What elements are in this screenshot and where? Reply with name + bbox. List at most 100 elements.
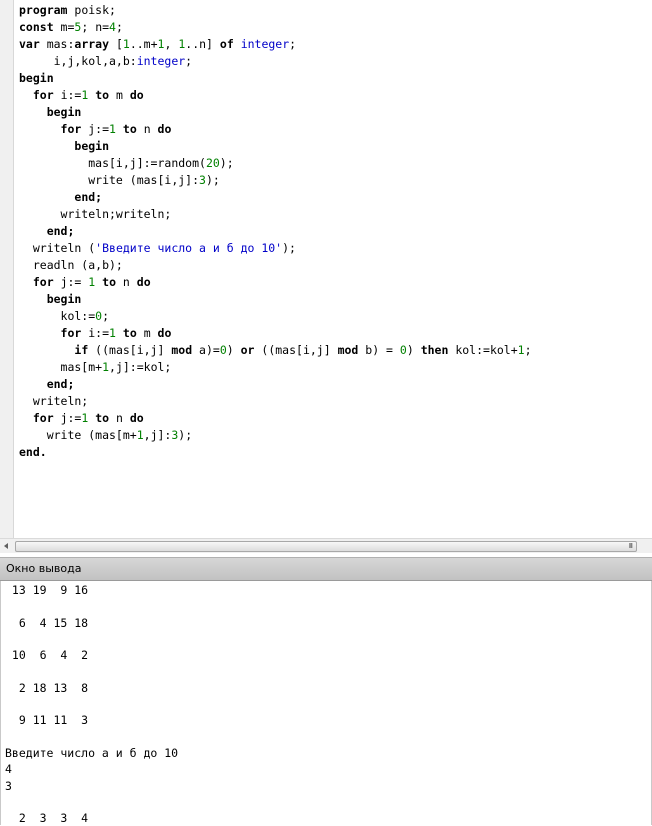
code-token: j:=	[53, 411, 82, 425]
output-line: 13 19 9 16	[5, 583, 89, 597]
code-token: 0	[399, 343, 407, 357]
code-token: m	[109, 88, 130, 102]
code-token: for	[60, 122, 82, 136]
code-token: writeln (	[19, 241, 96, 255]
code-token: );	[282, 241, 296, 255]
code-token: readln (a,b);	[19, 258, 123, 272]
output-line: 9 11 11 3	[5, 713, 89, 728]
code-token: mod	[171, 343, 193, 357]
code-line: end.	[19, 444, 532, 461]
code-line: writeln;	[19, 393, 532, 410]
code-line: for i:=1 to m do	[19, 325, 532, 342]
code-token: end;	[46, 377, 75, 391]
code-token: ((mas[i,j]	[88, 343, 172, 357]
code-line: i,j,kol,a,b:integer;	[19, 53, 532, 70]
code-token: m=	[53, 20, 75, 34]
code-token: mod	[337, 343, 359, 357]
code-token: do	[129, 88, 144, 102]
horizontal-scrollbar[interactable]: III	[0, 538, 652, 553]
code-token: begin	[46, 105, 82, 119]
scrollbar-grip-icon: III	[628, 542, 633, 550]
code-token: integer	[136, 54, 186, 68]
code-token: end.	[19, 445, 47, 459]
code-token: i:=	[81, 326, 110, 340]
output-panel-header: Окно вывода	[0, 557, 652, 581]
code-token: ;	[524, 343, 532, 357]
code-token: 1	[136, 428, 144, 442]
code-token: do	[157, 122, 172, 136]
code-token: ;	[102, 309, 110, 323]
code-token: const	[19, 20, 54, 34]
code-token: ;	[115, 20, 123, 34]
code-line: readln (a,b);	[19, 257, 532, 274]
code-token: for	[32, 411, 54, 425]
code-token: ,	[164, 37, 179, 51]
code-token: i:=	[53, 88, 82, 102]
code-line: write (mas[i,j]:3);	[19, 172, 532, 189]
code-token: )	[226, 343, 241, 357]
code-line: end;	[19, 189, 532, 206]
output-line: 2 18 13 8	[5, 680, 89, 695]
code-token: or	[240, 343, 255, 357]
code-line: const m=5; n=4;	[19, 19, 532, 36]
code-token: do	[136, 275, 151, 289]
code-token: if	[74, 343, 89, 357]
code-token: for	[60, 326, 82, 340]
code-line: writeln;writeln;	[19, 206, 532, 223]
output-line: 6 4 15 18	[5, 615, 89, 630]
code-line: begin	[19, 291, 532, 308]
code-token: then	[420, 343, 449, 357]
code-area[interactable]: program poisk; const m=5; n=4; var mas:arr…	[19, 2, 532, 461]
code-line: begin	[19, 138, 532, 155]
code-token: ;	[289, 37, 297, 51]
scrollbar-thumb[interactable]: III	[15, 541, 637, 552]
code-token: 1	[122, 37, 130, 51]
output-line: 10 6 4 2	[5, 648, 89, 663]
code-token: 1	[109, 122, 116, 136]
code-token: end;	[74, 190, 103, 204]
code-line: end;	[19, 223, 532, 240]
code-token: );	[205, 173, 220, 187]
code-token: to	[95, 411, 110, 425]
code-token: integer	[240, 37, 290, 51]
code-line: for j:=1 to n do	[19, 121, 532, 138]
code-token: 20	[205, 156, 220, 170]
code-token: m	[136, 326, 158, 340]
code-token: end;	[46, 224, 75, 238]
code-token: writeln;	[19, 394, 89, 408]
code-token: program	[19, 3, 68, 17]
output-line: 4	[5, 762, 12, 777]
output-panel[interactable]: 13 19 9 16 6 4 15 18 10 6 4 2 2 18 13 8 …	[0, 581, 652, 825]
code-editor[interactable]: program poisk; const m=5; n=4; var mas:arr…	[0, 0, 652, 538]
code-line: begin	[19, 104, 532, 121]
code-token: n	[109, 411, 130, 425]
code-line: var mas:array [1..m+1, 1..n] of integer;	[19, 36, 532, 53]
code-token: ..m+	[129, 37, 158, 51]
code-token: n	[116, 275, 137, 289]
code-line: mas[i,j]:=random(20);	[19, 155, 532, 172]
code-token: a)=	[192, 343, 220, 357]
editor-gutter	[0, 0, 14, 538]
code-token: to	[95, 88, 110, 102]
code-token: to	[122, 122, 137, 136]
code-token: n	[136, 122, 158, 136]
code-line: program poisk;	[19, 2, 532, 19]
scroll-left-arrow-icon[interactable]	[1, 541, 13, 551]
code-token: mas[m+	[19, 360, 103, 374]
code-token: ; n=	[81, 20, 110, 34]
code-token: kol:=kol+	[448, 343, 518, 357]
code-token: begin	[46, 292, 82, 306]
code-token: ,j]:=kol;	[109, 360, 172, 374]
